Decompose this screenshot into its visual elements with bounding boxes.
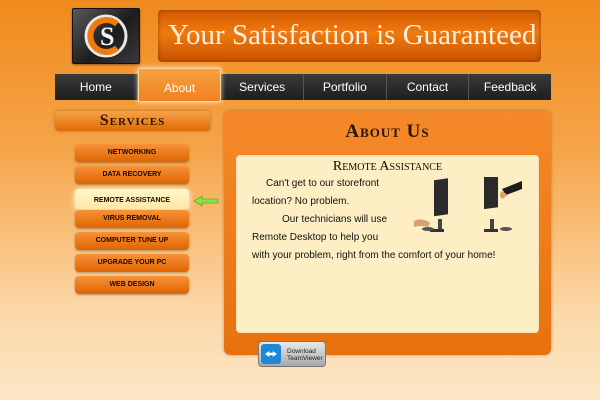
nav-home[interactable]: Home xyxy=(55,74,138,100)
svg-text:S: S xyxy=(100,22,114,51)
sidebar-title: Services xyxy=(55,111,210,131)
cs-logo-icon: S xyxy=(84,14,128,58)
body-line-4: Remote Desktop to help you xyxy=(252,232,379,243)
nav-portfolio[interactable]: Portfolio xyxy=(304,74,387,100)
sidebar-item-computer-tune-up[interactable]: COMPUTER TUNE UP xyxy=(75,232,189,250)
nav-about[interactable]: About xyxy=(137,68,222,102)
remote-computers-image xyxy=(414,177,522,232)
about-panel: About Us Remote Assistance Can't get to … xyxy=(224,111,551,367)
download-label: Download xyxy=(287,348,316,355)
content-box: Remote Assistance Can't get to our store… xyxy=(236,155,539,367)
nav-feedback[interactable]: Feedback xyxy=(469,74,551,100)
sidebar-item-web-design[interactable]: WEB DESIGN xyxy=(75,276,189,294)
sidebar-item-virus-removal[interactable]: VIRUS REMOVAL xyxy=(75,210,189,228)
download-teamviewer-button[interactable]: Download TeamViewer xyxy=(258,341,326,367)
banner-text: Your Satisfaction is Guaranteed xyxy=(168,19,537,51)
main-nav: Home About Services Portfolio Contact Fe… xyxy=(55,68,551,102)
body-line-2: location? No problem. xyxy=(252,196,350,207)
section-title: Remote Assistance xyxy=(332,159,443,174)
sidebar-item-upgrade-your-pc[interactable]: UPGRADE YOUR PC xyxy=(75,254,189,272)
header-banner: Your Satisfaction is Guaranteed xyxy=(158,10,541,62)
body-line-1: Can't get to our storefront xyxy=(266,178,380,189)
page-title: About Us xyxy=(345,121,430,142)
sidebar-item-data-recovery[interactable]: DATA RECOVERY xyxy=(75,166,189,184)
active-arrow-icon xyxy=(193,195,219,207)
nav-contact[interactable]: Contact xyxy=(387,74,470,100)
teamviewer-icon xyxy=(261,344,281,364)
nav-services[interactable]: Services xyxy=(221,74,305,100)
sidebar-item-remote-assistance[interactable]: REMOTE ASSISTANCE xyxy=(75,189,189,209)
body-line-3: Our technicians will use xyxy=(282,214,388,225)
sidebar-item-networking[interactable]: NETWORKING xyxy=(75,144,189,162)
teamviewer-label: TeamViewer xyxy=(287,355,323,362)
body-line-5: with your problem, right from the comfor… xyxy=(252,250,496,261)
logo: S xyxy=(72,8,140,64)
